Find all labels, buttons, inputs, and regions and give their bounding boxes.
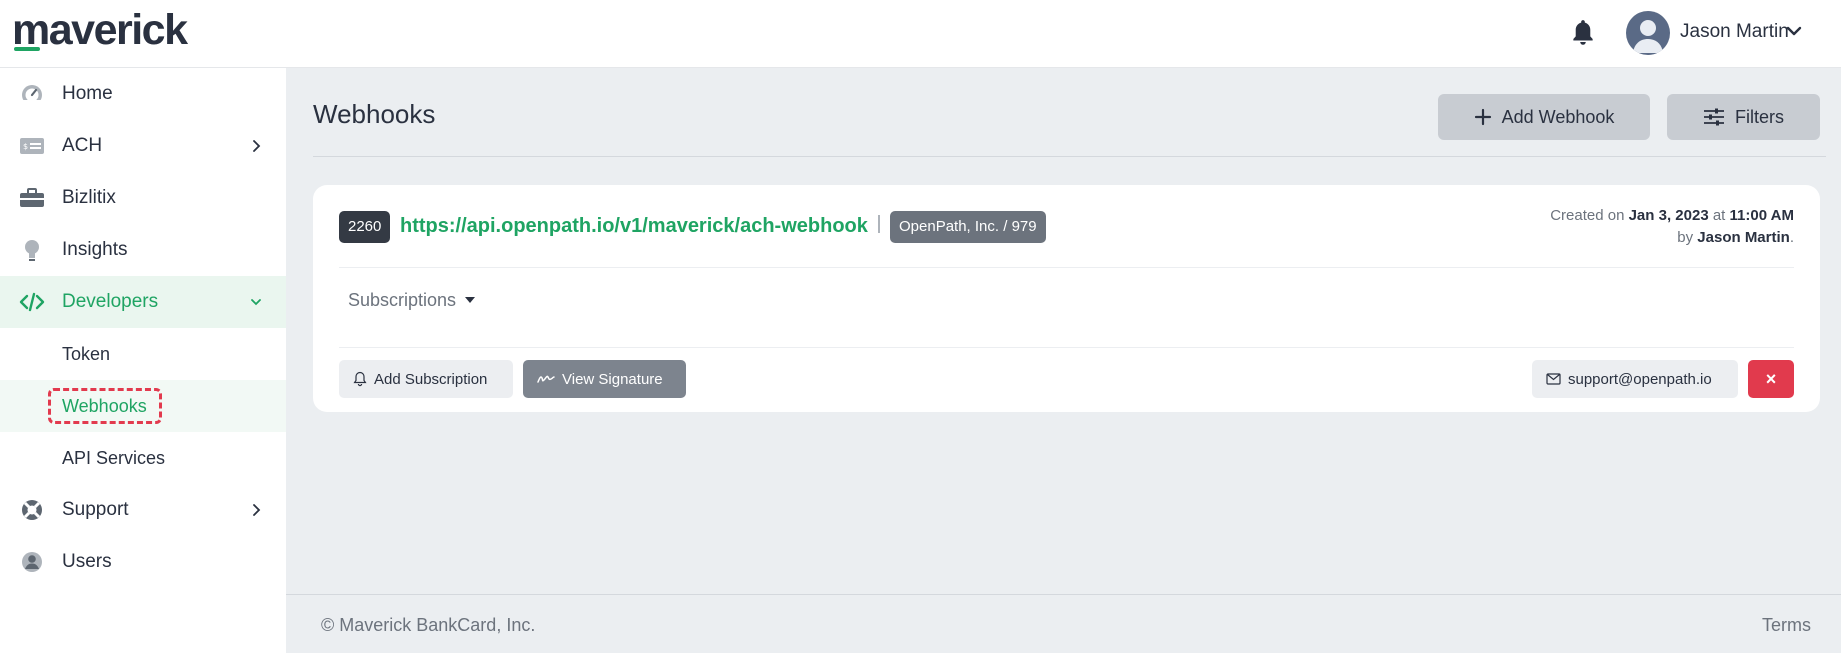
sidebar-item-support[interactable]: Support — [0, 484, 286, 536]
lifebuoy-icon — [22, 500, 42, 520]
add-webhook-label: Add Webhook — [1501, 106, 1615, 127]
sidebar-subitem-label: Webhooks — [62, 396, 147, 416]
footer: © Maverick BankCard, Inc. Terms — [286, 594, 1841, 653]
created-date: Jan 3, 2023 — [1628, 207, 1709, 224]
created-at-word: at — [1712, 207, 1726, 224]
signature-icon — [537, 375, 555, 383]
envelope-icon — [1546, 373, 1561, 385]
user-avatar[interactable] — [1626, 11, 1670, 55]
bell-outline-icon — [353, 371, 367, 387]
card-divider — [339, 267, 1794, 268]
view-signature-label: View Signature — [562, 370, 663, 388]
sidebar-item-users[interactable]: Users — [0, 536, 286, 588]
created-info: Created on Jan 3, 2023 at 11:00 AM by Ja… — [1550, 207, 1794, 246]
webhook-url-link[interactable]: https://api.openpath.io/v1/maverick/ach-… — [400, 212, 868, 240]
add-webhook-button[interactable]: Add Webhook — [1438, 94, 1650, 140]
lightbulb-icon — [25, 240, 39, 261]
copyright-text: © Maverick BankCard, Inc. — [321, 615, 536, 635]
terms-link[interactable]: Terms — [1762, 614, 1811, 636]
subscriptions-label: Subscriptions — [348, 290, 457, 310]
sidebar-item-label: ACH — [62, 135, 103, 156]
chevron-right-icon — [253, 504, 261, 516]
sidebar-item-bizlitix[interactable]: Bizlitix — [0, 172, 286, 224]
sidebar-subitem-label: Token — [62, 344, 111, 364]
subscriptions-toggle[interactable]: Subscriptions — [348, 288, 476, 312]
contact-email-label: support@openpath.io — [1568, 370, 1712, 388]
sidebar-item-label: Support — [62, 499, 129, 520]
user-name[interactable]: Jason Martin — [1680, 20, 1789, 44]
sliders-icon — [1704, 108, 1724, 126]
add-subscription-label: Add Subscription — [374, 370, 488, 388]
sidebar: Home $ ACH Bizlitix Insights Developers … — [0, 68, 286, 653]
avatar-silhouette-icon — [1633, 20, 1663, 53]
add-subscription-button[interactable]: Add Subscription — [339, 360, 513, 398]
filters-button[interactable]: Filters — [1667, 94, 1820, 140]
chevron-down-icon — [251, 299, 261, 306]
top-header: maverick Jason Martin — [0, 0, 1841, 68]
filters-label: Filters — [1735, 106, 1784, 127]
contact-email-button[interactable]: support@openpath.io — [1532, 360, 1738, 398]
caret-down-icon — [465, 297, 476, 303]
sidebar-item-insights[interactable]: Insights — [0, 224, 286, 276]
sidebar-subitem-webhooks[interactable]: Webhooks — [0, 380, 286, 432]
briefcase-icon — [20, 188, 44, 207]
delete-webhook-button[interactable]: × — [1748, 360, 1794, 398]
card-divider — [339, 347, 1794, 348]
created-by-name: Jason Martin — [1697, 229, 1790, 246]
sidebar-subitem-token[interactable]: Token — [0, 328, 286, 380]
sidebar-subitem-label: API Services — [62, 448, 166, 468]
separator-pipe — [878, 215, 880, 233]
chevron-right-icon — [253, 140, 261, 152]
bell-icon[interactable] — [1570, 18, 1596, 48]
created-prefix: Created on — [1550, 207, 1625, 224]
sidebar-item-label: Bizlitix — [62, 187, 116, 208]
created-by-prefix: by — [1677, 229, 1694, 246]
sidebar-item-label: Home — [62, 83, 113, 104]
code-icon — [19, 292, 45, 312]
close-icon: × — [1765, 368, 1777, 389]
plus-icon — [1474, 108, 1491, 126]
organization-badge: OpenPath, Inc. / 979 — [890, 211, 1046, 243]
logo-accent-bar — [14, 47, 40, 51]
svg-text:$: $ — [23, 142, 28, 151]
sidebar-item-home[interactable]: Home — [0, 68, 286, 120]
page-title: Webhooks — [313, 99, 436, 129]
sidebar-item-label: Insights — [62, 239, 128, 260]
sidebar-subitem-api-services[interactable]: API Services — [0, 432, 286, 484]
view-signature-button[interactable]: View Signature — [523, 360, 686, 398]
main-content: Webhooks Add Webhook Filters 2260 https:… — [286, 68, 1841, 594]
webhook-card: 2260 https://api.openpath.io/v1/maverick… — [313, 185, 1820, 412]
sidebar-item-developers[interactable]: Developers — [0, 276, 286, 328]
webhook-id-badge: 2260 — [339, 211, 391, 243]
user-circle-icon — [22, 552, 42, 572]
speedometer-icon — [21, 85, 43, 106]
sidebar-item-label: Users — [62, 551, 112, 572]
created-time: 11:00 AM — [1729, 207, 1794, 224]
sidebar-item-ach[interactable]: $ ACH — [0, 120, 286, 172]
chevron-down-icon[interactable] — [1786, 24, 1802, 38]
title-divider — [313, 156, 1826, 157]
sidebar-item-label: Developers — [62, 291, 159, 312]
check-card-icon: $ — [20, 138, 44, 154]
